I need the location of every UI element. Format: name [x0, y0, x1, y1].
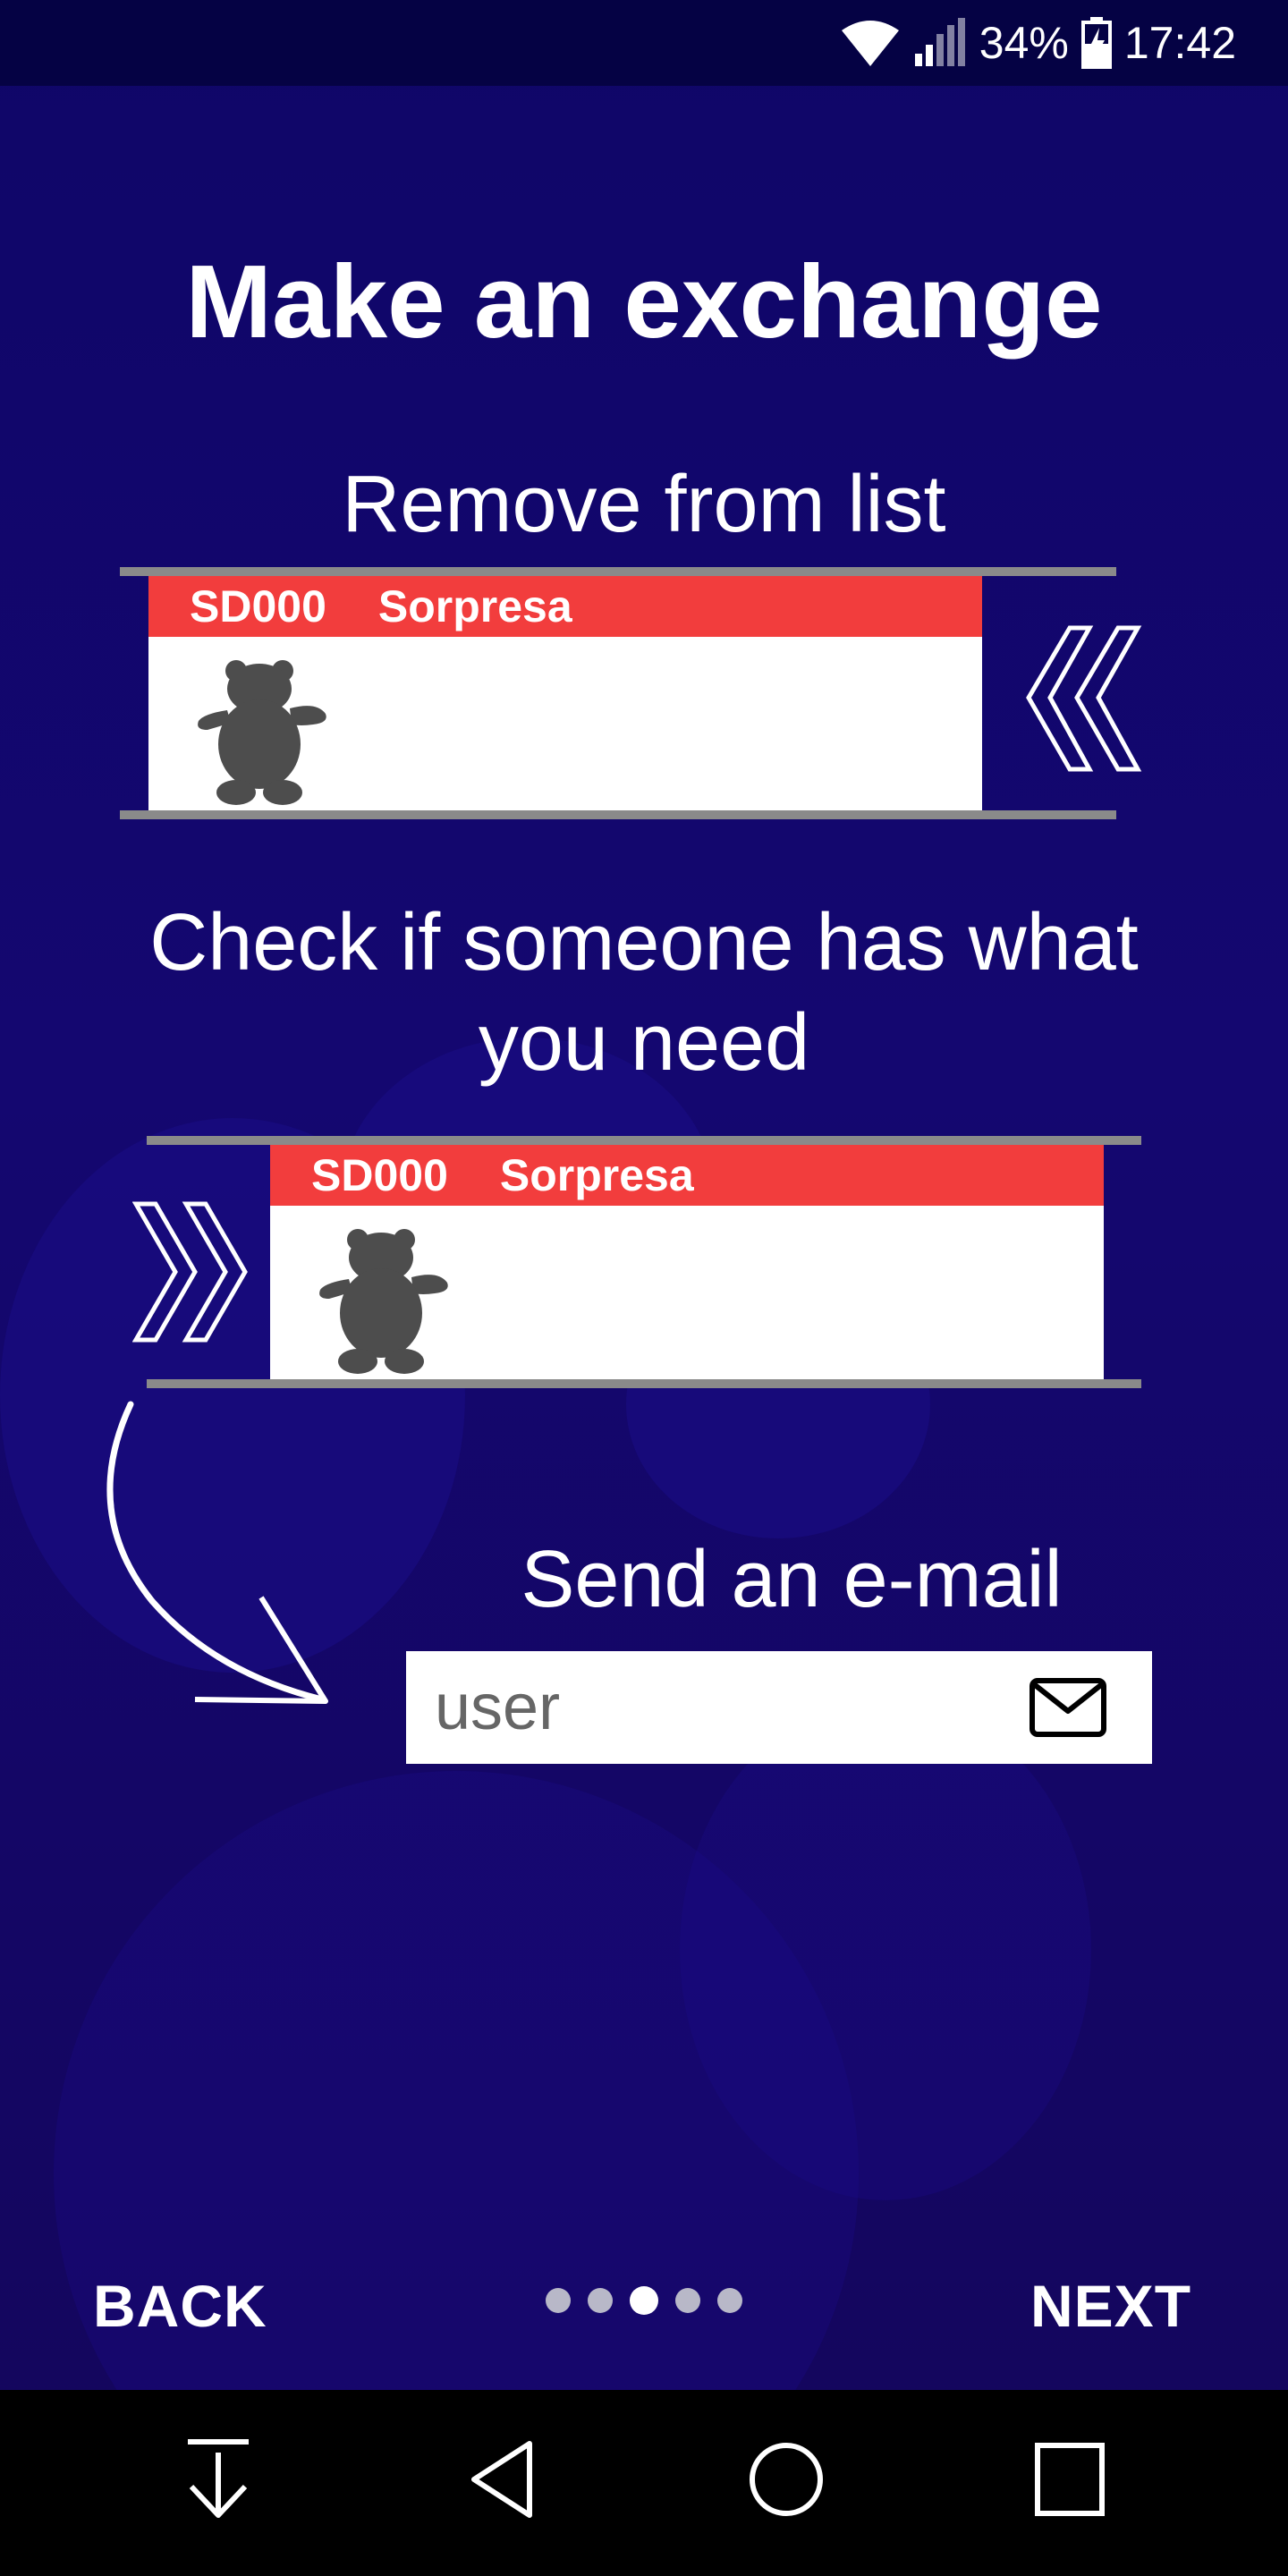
battery-percent: 34%	[979, 18, 1069, 68]
check-heading-line1: Check if someone has what	[149, 898, 1139, 987]
card-header: SD000 Sorpresa	[148, 576, 982, 637]
download-icon[interactable]	[182, 2436, 254, 2522]
card-code: SD000	[311, 1150, 448, 1200]
email-field-value: user	[435, 1672, 561, 1743]
card-header: SD000 Sorpresa	[270, 1145, 1104, 1206]
bear-silhouette-icon	[198, 660, 326, 805]
page-dot	[675, 2288, 700, 2313]
signal-icon	[914, 18, 965, 66]
sticker-card-remove: SD000 Sorpresa	[148, 576, 982, 810]
back-triangle-icon[interactable]	[467, 2436, 538, 2522]
wifi-icon	[841, 21, 899, 66]
check-heading-line2: you need	[478, 998, 810, 1088]
rail-bottom	[147, 1379, 1141, 1388]
home-circle-icon[interactable]	[746, 2436, 826, 2522]
mail-icon[interactable]	[1029, 1677, 1107, 1738]
email-heading: Send an e-mail	[521, 1535, 1063, 1624]
card-name: Sorpresa	[377, 581, 572, 631]
page-indicator	[546, 2286, 742, 2315]
back-button[interactable]: BACK	[93, 2272, 267, 2340]
battery-charging-icon	[1080, 17, 1112, 69]
background-blob	[680, 1699, 1091, 2200]
page-dot	[588, 2288, 613, 2313]
sticker-card-check: SD000 Sorpresa	[270, 1145, 1104, 1379]
page-title: Make an exchange	[185, 243, 1103, 360]
curved-arrow-icon	[106, 1401, 328, 1704]
rail-top	[120, 567, 1116, 576]
bear-silhouette-icon	[319, 1229, 448, 1374]
status-bar: 34% 17:42	[0, 0, 1288, 86]
recents-square-icon[interactable]	[1032, 2436, 1107, 2522]
system-navigation-bar	[0, 2390, 1288, 2576]
card-name: Sorpresa	[499, 1150, 694, 1200]
swipe-left-arrows-icon	[1026, 625, 1142, 772]
email-field[interactable]: user	[406, 1651, 1152, 1764]
next-button[interactable]: NEXT	[1030, 2272, 1191, 2340]
clock: 17:42	[1123, 18, 1236, 68]
remove-heading: Remove from list	[342, 460, 946, 549]
page-dot-active	[630, 2286, 658, 2315]
rail-top	[147, 1136, 1141, 1145]
page-dot	[546, 2288, 571, 2313]
card-code: SD000	[190, 581, 326, 631]
rail-bottom	[120, 810, 1116, 819]
swipe-right-arrows-icon	[132, 1201, 248, 1343]
page-dot	[717, 2288, 742, 2313]
